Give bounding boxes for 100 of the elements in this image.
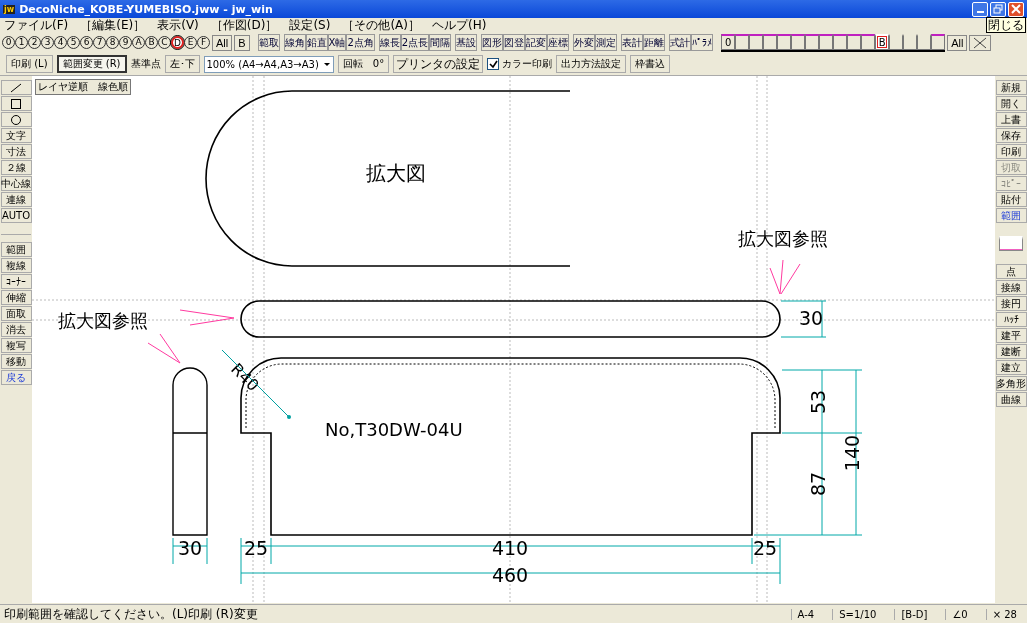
- group-button[interactable]: [777, 33, 792, 50]
- group-button[interactable]: [931, 33, 946, 50]
- tool-button[interactable]: 貼付: [995, 192, 1027, 207]
- close-button[interactable]: [1008, 1, 1024, 17]
- group-button[interactable]: 0: [721, 33, 736, 50]
- menu-item[interactable]: ［編集(E)］: [80, 18, 146, 32]
- tool-button[interactable]: 文字: [0, 128, 32, 143]
- layer-button[interactable]: C: [158, 36, 171, 49]
- tool-button[interactable]: 範囲: [995, 208, 1027, 223]
- line-tool-button[interactable]: [0, 80, 32, 95]
- group-button[interactable]: [847, 33, 862, 50]
- layer-button[interactable]: 8: [106, 36, 119, 49]
- group-button[interactable]: [917, 33, 932, 50]
- frame-write-button[interactable]: 枠書込: [630, 55, 671, 73]
- menu-item[interactable]: 設定(S): [289, 18, 331, 32]
- group-button[interactable]: [749, 33, 764, 50]
- command-button[interactable]: 距離: [643, 34, 666, 51]
- command-button[interactable]: 鉛直: [305, 34, 328, 51]
- group-button[interactable]: [833, 33, 848, 50]
- tool-button[interactable]: 建断: [995, 344, 1027, 359]
- tool-button[interactable]: 面取: [0, 306, 32, 321]
- command-button[interactable]: 測定: [595, 34, 618, 51]
- layer-button[interactable]: 5: [67, 36, 80, 49]
- tool-button[interactable]: 複線: [0, 258, 32, 273]
- layer-button[interactable]: 4: [54, 36, 67, 49]
- print-button[interactable]: 印刷 (L): [6, 55, 53, 73]
- tool-button[interactable]: 寸法: [0, 144, 32, 159]
- layer-button[interactable]: 1: [15, 36, 28, 49]
- cross-button[interactable]: [969, 34, 992, 51]
- layer-button[interactable]: D: [171, 36, 184, 49]
- tool-button[interactable]: 連線: [0, 192, 32, 207]
- layer-button[interactable]: E: [184, 36, 197, 49]
- command-button[interactable]: 2点長: [400, 34, 430, 51]
- scale-dropdown[interactable]: 100% (A4→A4,A3→A3): [203, 55, 334, 73]
- group-button[interactable]: [861, 33, 876, 50]
- command-button[interactable]: 基設: [455, 34, 478, 51]
- command-button[interactable]: 2点角: [346, 34, 375, 51]
- command-button[interactable]: 表計: [621, 34, 644, 51]
- group-all-button[interactable]: All: [947, 34, 968, 51]
- color-print-checkbox[interactable]: カラー印刷: [487, 57, 553, 71]
- line-style-swatch[interactable]: [999, 236, 1023, 251]
- menu-item[interactable]: ［作図(D)］: [210, 18, 278, 32]
- command-button[interactable]: 式計: [669, 34, 692, 51]
- command-button[interactable]: ﾊﾟﾗﾒ: [691, 34, 714, 51]
- menu-item[interactable]: ファイル(F): [4, 18, 69, 32]
- tool-button[interactable]: 上書: [995, 112, 1027, 127]
- base-point-button[interactable]: 左･下: [164, 55, 200, 73]
- tool-button[interactable]: 点: [995, 264, 1027, 279]
- command-button[interactable]: 線長: [378, 34, 401, 51]
- restore-button[interactable]: [990, 1, 1006, 17]
- minimize-button[interactable]: [972, 1, 988, 17]
- command-button[interactable]: 図形: [481, 34, 504, 51]
- rectangle-tool-button[interactable]: [0, 96, 32, 111]
- group-button[interactable]: [903, 33, 918, 50]
- layer-button[interactable]: 3: [41, 36, 54, 49]
- circle-tool-button[interactable]: [0, 112, 32, 127]
- command-button[interactable]: 座標: [547, 34, 570, 51]
- command-button[interactable]: 間隔: [429, 34, 452, 51]
- tool-button[interactable]: ２線: [0, 160, 32, 175]
- group-button[interactable]: [805, 33, 820, 50]
- range-change-button[interactable]: 範囲変更 (R): [56, 55, 127, 73]
- command-button[interactable]: 線角: [283, 34, 306, 51]
- layer-option-button[interactable]: B: [234, 34, 250, 51]
- layer-button[interactable]: 6: [80, 36, 93, 49]
- tool-button[interactable]: ﾊｯﾁ: [995, 312, 1027, 327]
- layer-button[interactable]: B: [145, 36, 158, 49]
- rotate-button[interactable]: 回転 0°: [337, 55, 390, 73]
- command-button[interactable]: 図登: [503, 34, 526, 51]
- group-button[interactable]: [763, 33, 778, 50]
- tool-button[interactable]: 曲線: [995, 392, 1027, 407]
- group-button[interactable]: [889, 33, 904, 50]
- output-settings-button[interactable]: 出力方法設定: [556, 55, 627, 73]
- tool-button[interactable]: 移動: [0, 354, 32, 369]
- group-button[interactable]: [819, 33, 834, 50]
- tool-button[interactable]: 複写: [0, 338, 32, 353]
- tool-button[interactable]: 開く: [995, 96, 1027, 111]
- menu-item[interactable]: ヘルプ(H): [431, 18, 487, 32]
- tool-button[interactable]: 接円: [995, 296, 1027, 311]
- tool-button[interactable]: 戻る: [0, 370, 32, 385]
- tool-button[interactable]: 保存: [995, 128, 1027, 143]
- layer-button[interactable]: 0: [2, 36, 15, 49]
- tool-button[interactable]: AUTO: [0, 208, 32, 223]
- tool-button[interactable]: 接線: [995, 280, 1027, 295]
- tool-button[interactable]: 範囲: [0, 242, 32, 257]
- menu-item[interactable]: 表示(V): [157, 18, 199, 32]
- command-button[interactable]: 外変: [573, 34, 596, 51]
- layer-button[interactable]: A: [132, 36, 145, 49]
- tool-button[interactable]: 建平: [995, 328, 1027, 343]
- command-button[interactable]: 範取: [257, 34, 280, 51]
- tool-button[interactable]: 建立: [995, 360, 1027, 375]
- tool-button[interactable]: ｺｰﾅｰ: [0, 274, 32, 289]
- group-button[interactable]: B: [875, 33, 890, 50]
- layer-button[interactable]: 9: [119, 36, 132, 49]
- layer-button[interactable]: F: [197, 36, 210, 49]
- tool-button[interactable]: 中心線: [0, 176, 32, 191]
- command-button[interactable]: 記変: [525, 34, 548, 51]
- tool-button[interactable]: 多角形: [995, 376, 1027, 391]
- tool-button[interactable]: 印刷: [995, 144, 1027, 159]
- group-button[interactable]: [735, 33, 750, 50]
- tool-button[interactable]: 新規: [995, 80, 1027, 95]
